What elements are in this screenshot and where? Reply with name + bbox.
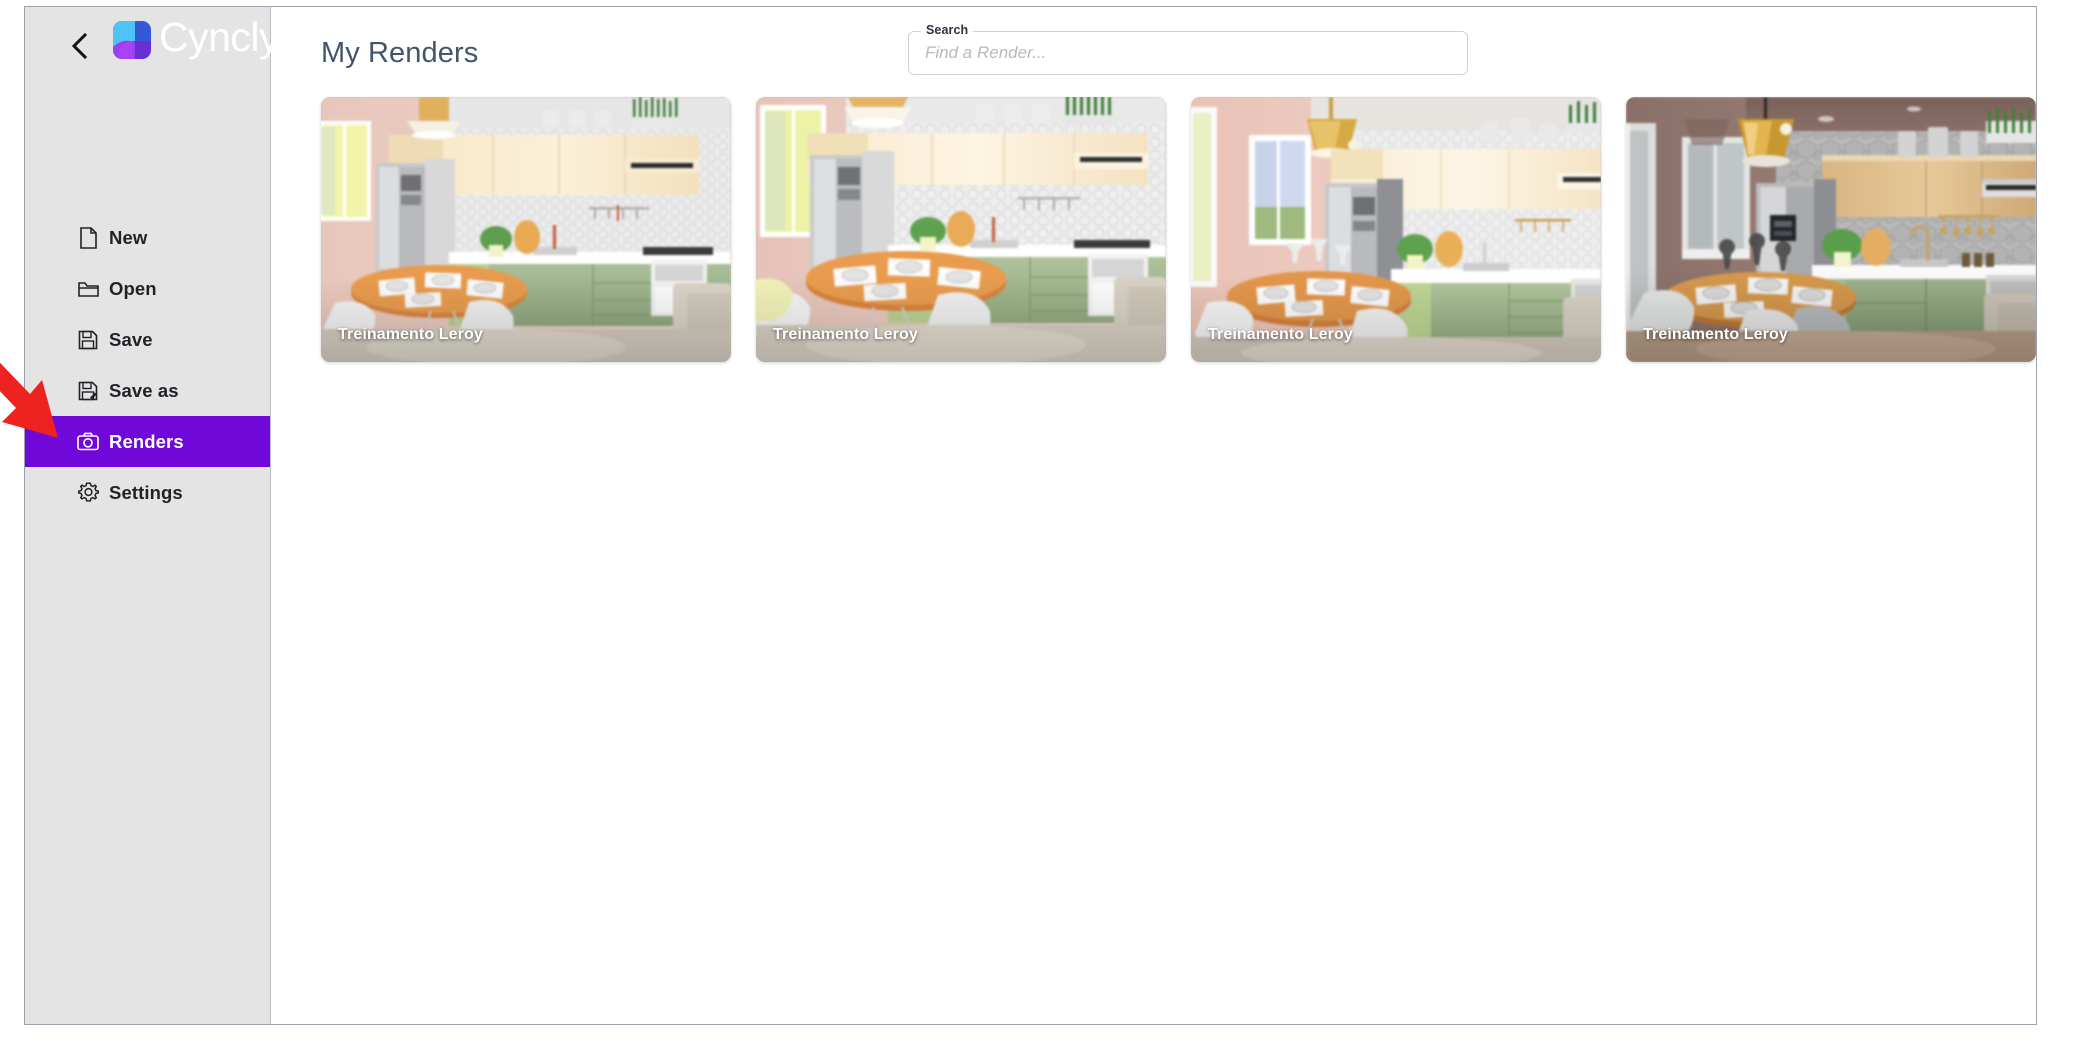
- sidebar-item-new[interactable]: New: [25, 212, 270, 263]
- render-thumbnail: [321, 97, 731, 362]
- application-window: Cyncly New Open Save Save as Renders Set…: [24, 6, 2037, 1025]
- sidebar-item-renders[interactable]: Renders: [25, 416, 270, 467]
- render-thumbnail: [1626, 97, 2036, 362]
- render-card-label: Treinamento Leroy: [773, 326, 918, 343]
- sidebar-item-label: Renders: [109, 430, 184, 452]
- floppy-pen-icon: [77, 380, 99, 402]
- content-area: My Renders Search: [271, 7, 2036, 1024]
- render-card-label: Treinamento Leroy: [1643, 326, 1788, 343]
- screen: Cyncly New Open Save Save as Renders Set…: [0, 0, 2081, 1049]
- render-card-label: Treinamento Leroy: [338, 326, 483, 343]
- search-label: Search: [921, 23, 974, 37]
- chevron-left-icon: [70, 32, 90, 60]
- render-thumbnail: [1191, 97, 1601, 362]
- render-card[interactable]: Treinamento Leroy: [321, 97, 731, 362]
- sidebar-item-label: Settings: [109, 481, 183, 503]
- sidebar-item-label: Save: [109, 328, 153, 350]
- folder-icon: [77, 278, 99, 300]
- back-button[interactable]: [63, 29, 97, 63]
- sidebar-header: Cyncly: [25, 7, 280, 81]
- render-card[interactable]: Treinamento Leroy: [1191, 97, 1601, 362]
- render-card[interactable]: Treinamento Leroy: [1626, 97, 2036, 362]
- floppy-icon: [77, 329, 99, 351]
- sidebar: Cyncly New Open Save Save as Renders Set…: [25, 7, 280, 1024]
- gear-icon: [77, 482, 99, 504]
- cyncly-logo-icon: [113, 20, 151, 59]
- render-thumbnail: [756, 97, 1166, 362]
- search-field: Search: [908, 23, 1468, 75]
- renders-grid: Treinamento Leroy Treinamento Leroy Trei…: [321, 97, 2036, 362]
- render-card-label: Treinamento Leroy: [1208, 326, 1353, 343]
- sidebar-item-settings[interactable]: Settings: [25, 467, 270, 518]
- file-icon: [77, 226, 99, 249]
- sidebar-item-label: Save as: [109, 379, 179, 401]
- camera-icon: [77, 431, 99, 453]
- brand: Cyncly: [113, 14, 280, 62]
- sidebar-item-label: New: [109, 226, 148, 248]
- sidebar-menu: New Open Save Save as Renders Settings: [25, 212, 270, 518]
- sidebar-item-save[interactable]: Save: [25, 314, 270, 365]
- brand-name: Cyncly: [159, 14, 280, 60]
- search-input[interactable]: [908, 31, 1468, 75]
- sidebar-item-save-as[interactable]: Save as: [25, 365, 270, 416]
- sidebar-item-open[interactable]: Open: [25, 263, 270, 314]
- sidebar-item-label: Open: [109, 277, 157, 299]
- page-title: My Renders: [321, 37, 479, 69]
- render-card[interactable]: Treinamento Leroy: [756, 97, 1166, 362]
